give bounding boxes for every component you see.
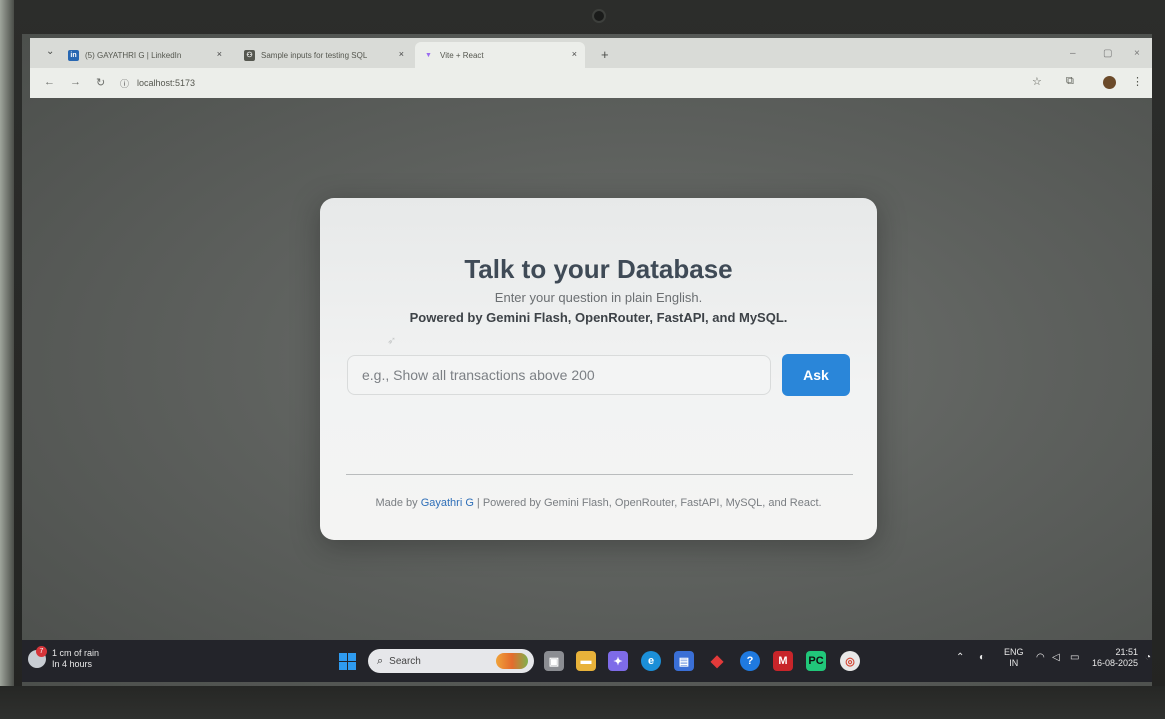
rain-cloud-icon: 7 [28, 646, 47, 668]
store-icon[interactable]: ▤ [674, 651, 694, 671]
close-window-button[interactable]: × [1134, 48, 1140, 59]
help-icon[interactable]: ? [740, 651, 760, 671]
tab-linkedin[interactable]: in (5) GAYATHRI G | LinkedIn × [60, 42, 230, 68]
url-text: localhost:5173 [137, 78, 196, 88]
vite-icon: ▼ [425, 51, 432, 59]
reload-icon[interactable]: ↻ [96, 76, 105, 89]
edge-icon[interactable]: e [641, 651, 661, 671]
weather-badge: 7 [36, 646, 47, 657]
ask-button[interactable]: Ask [782, 354, 850, 396]
red-diamond-app-icon[interactable]: ◆ [707, 651, 727, 671]
tray-chevron-up-icon[interactable]: ⌃ [956, 652, 964, 663]
language-code: ENG [1004, 647, 1024, 657]
weather-timing: In 4 hours [52, 659, 93, 669]
laptop-bottom-bezel [0, 686, 1165, 719]
weather-forecast: 1 cm of rain [52, 648, 100, 658]
search-highlight-icon [496, 653, 528, 669]
close-tab-icon[interactable]: × [217, 49, 222, 59]
tab-sample-inputs[interactable]: ⚇ Sample inputs for testing SQL × [236, 42, 412, 68]
search-icon: ⌕ [377, 654, 384, 667]
linkedin-icon: in [68, 49, 79, 61]
powered-by-text: Powered by Gemini Flash, OpenRouter, Fas… [409, 310, 788, 325]
footer: Made by Gayathri G | Powered by Gemini F… [320, 497, 877, 509]
query-card: Talk to your Database Enter your questio… [320, 198, 877, 540]
clock-time: 21:51 [1115, 647, 1139, 657]
background-edge [0, 0, 14, 719]
forward-arrow-icon[interactable]: → [70, 76, 81, 88]
footer-prefix: Made by [375, 497, 421, 509]
tab-label: (5) GAYATHRI G | LinkedIn [85, 50, 182, 60]
page-title: Talk to your Database [464, 254, 733, 284]
tab-label: Vite + React [440, 50, 484, 60]
windows-taskbar: 7 1 cm of rain In 4 hours ⌕ Search ▣ ▬ ✦… [22, 640, 1152, 682]
site-info-icon[interactable]: ⓘ [120, 77, 129, 90]
region-code: IN [1009, 658, 1019, 668]
divider [346, 474, 853, 475]
address-bar[interactable]: ⓘ localhost:5173 [120, 73, 1040, 93]
mcafee-icon[interactable]: M [773, 651, 793, 671]
task-view-icon[interactable]: ▣ [544, 651, 564, 671]
profile-avatar[interactable] [1103, 76, 1116, 89]
browser-tab-bar: ⌄ in (5) GAYATHRI G | LinkedIn × ⚇ Sampl… [30, 38, 1152, 68]
page-subtitle: Enter your question in plain English. [494, 290, 703, 305]
mouse-cursor-icon: ➶ [387, 335, 397, 347]
file-explorer-icon[interactable]: ▬ [576, 651, 596, 671]
wifi-icon[interactable]: ◠ [1036, 652, 1045, 663]
browser-toolbar: ← → ↻ ⓘ localhost:5173 ☆ ⧉ ⋮ [30, 68, 1152, 98]
minimize-button[interactable]: – [1070, 48, 1076, 59]
bookmark-star-icon[interactable]: ☆ [1032, 75, 1042, 88]
clock-date: 16-08-2025 [1092, 658, 1139, 668]
menu-kebab-icon[interactable]: ⋮ [1132, 75, 1143, 88]
extensions-icon[interactable]: ⧉ [1066, 75, 1074, 88]
taskbar-search[interactable]: ⌕ Search [368, 649, 534, 673]
question-input[interactable] [347, 355, 771, 395]
close-tab-icon[interactable]: × [399, 49, 404, 59]
copilot-icon[interactable]: ✦ [608, 651, 628, 671]
back-arrow-icon[interactable]: ← [44, 76, 55, 88]
clock[interactable]: 21:51 16-08-2025 [1092, 647, 1138, 669]
windows-start-icon[interactable] [339, 653, 356, 670]
language-indicator[interactable]: ENG IN [1004, 647, 1024, 669]
battery-icon[interactable]: ▭ [1070, 652, 1079, 663]
pycharm-icon[interactable]: PC [806, 651, 826, 671]
webcam [592, 9, 606, 23]
author-link[interactable]: Gayathri G [421, 497, 474, 509]
chat-icon: ⚇ [244, 49, 255, 61]
tab-vite-react[interactable]: ▼ Vite + React × [415, 42, 585, 68]
tab-search-chevron-icon[interactable]: ⌄ [46, 46, 54, 57]
search-label: Search [389, 655, 421, 667]
screen: ⌄ in (5) GAYATHRI G | LinkedIn × ⚇ Sampl… [22, 34, 1152, 686]
weather-widget[interactable]: 7 1 cm of rain In 4 hours [28, 646, 100, 670]
new-tab-button[interactable]: + [601, 47, 609, 62]
tab-label: Sample inputs for testing SQL [261, 50, 368, 60]
footer-suffix: | Powered by Gemini Flash, OpenRouter, F… [473, 497, 822, 509]
chrome-icon[interactable]: ◎ [840, 651, 860, 671]
tray-app-icon[interactable]: ◐ [979, 652, 985, 663]
maximize-button[interactable]: ▢ [1103, 48, 1112, 59]
close-tab-icon[interactable]: × [572, 49, 577, 59]
volume-icon[interactable]: ◁ [1052, 652, 1060, 663]
notification-bell-icon[interactable]: ◔ [1145, 652, 1151, 663]
